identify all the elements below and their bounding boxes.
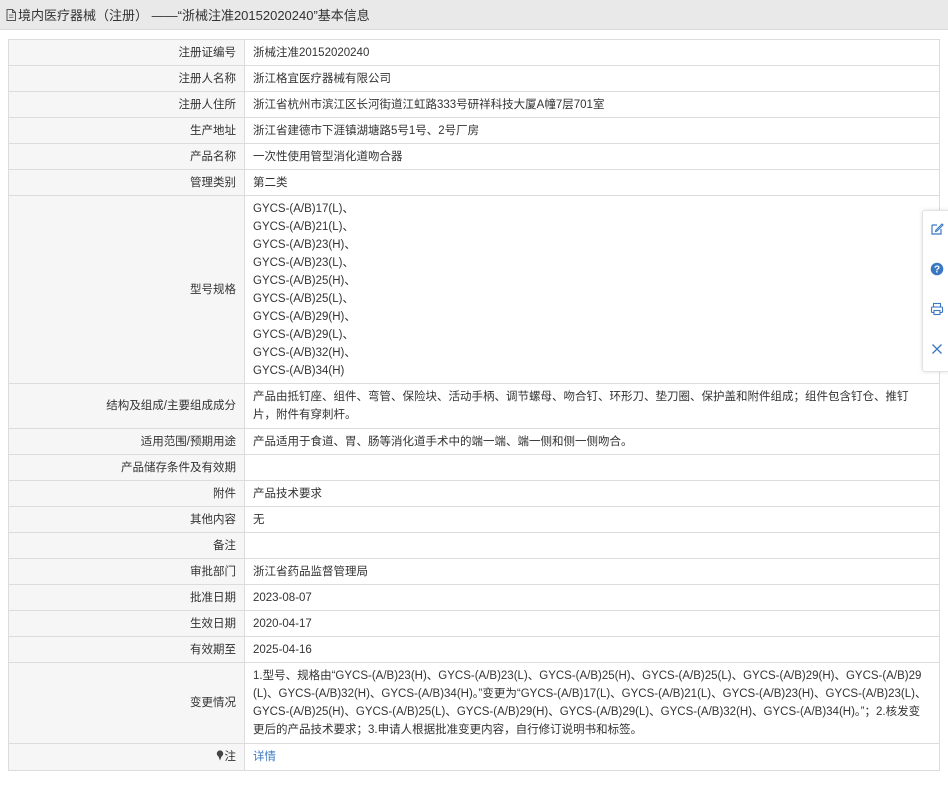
table-row: 型号规格 GYCS-(A/B)17(L)、 GYCS-(A/B)21(L)、 GYC… [8, 195, 940, 384]
row-label: 适用范围/预期用途 [8, 428, 245, 455]
info-table: 注册证编号 浙械注准20152020240 注册人名称 浙江格宜医疗器械有限公司 注册人… [8, 39, 940, 771]
row-value: 产品适用于食道、胃、肠等消化道手术中的端一端、端一侧和侧一侧吻合。 [244, 428, 940, 455]
model-line: GYCS-(A/B)23(H)、 [253, 238, 356, 251]
row-label: 注册人住所 [8, 91, 245, 118]
note-label: 注 [224, 751, 237, 763]
table-row: 附件 产品技术要求 [8, 480, 940, 507]
row-value: 2023-08-07 [244, 584, 940, 611]
row-value [244, 454, 940, 481]
table-row: 审批部门 浙江省药品监督管理局 [8, 558, 940, 585]
table-row: 结构及组成/主要组成成分 产品由抵钉座、组件、弯管、保险块、活动手柄、调节螺母、吻… [8, 383, 940, 429]
row-label: 生产地址 [8, 117, 245, 144]
model-line: GYCS-(A/B)25(H)、 [253, 274, 356, 287]
model-list: GYCS-(A/B)17(L)、 GYCS-(A/B)21(L)、 GYCS-(A/… [244, 195, 940, 384]
row-label: 变更情况 [8, 662, 245, 744]
row-label: 有效期至 [8, 636, 245, 663]
print-icon[interactable] [929, 301, 945, 317]
row-value: 浙械注准20152020240 [244, 39, 940, 66]
row-value: 第二类 [244, 169, 940, 196]
table-row: 其他内容无 [8, 506, 940, 533]
row-value: 详情 [244, 743, 940, 771]
row-value: 产品技术要求 [244, 480, 940, 507]
row-value: 浙江格宜医疗器械有限公司 [244, 65, 940, 92]
row-value: 1.型号、规格由“GYCS-(A/B)23(H)、GYCS-(A/B)23(L)… [244, 662, 940, 744]
row-label: 其他内容 [8, 506, 245, 533]
row-value: 产品由抵钉座、组件、弯管、保险块、活动手柄、调节螺母、吻合钉、环形刀、垫刀圈、保… [244, 383, 940, 429]
table-row: 管理类别 第二类 [8, 169, 940, 196]
edit-icon[interactable] [929, 221, 945, 237]
model-line: GYCS-(A/B)34(H) [253, 364, 345, 377]
pin-icon [216, 750, 223, 761]
detail-panel: 注册证编号 浙械注准20152020240 注册人名称 浙江格宜医疗器械有限公司 注册人… [8, 39, 940, 771]
model-line: GYCS-(A/B)21(L)、 [253, 220, 354, 233]
row-value: 2025-04-16 [244, 636, 940, 663]
row-label: 产品储存条件及有效期 [8, 454, 245, 481]
row-label: 审批部门 [8, 558, 245, 585]
model-line: GYCS-(A/B)32(H)、 [253, 346, 356, 359]
page-title: 境内医疗器械（注册） ——“浙械注准20152020240”基本信息 [18, 8, 370, 23]
floating-toolbar: ? [922, 210, 948, 372]
table-row: 有效期至 2025-04-16 [8, 636, 940, 663]
row-value: 2020-04-17 [244, 610, 940, 637]
table-row: 批准日期 2023-08-07 [8, 584, 940, 611]
model-line: GYCS-(A/B)25(L)、 [253, 292, 354, 305]
row-label: 备注 [8, 532, 245, 559]
table-row: 生效日期 2020-04-17 [8, 610, 940, 637]
table-row: 注 详情 [8, 743, 940, 771]
row-value: 一次性使用管型消化道吻合器 [244, 143, 940, 170]
table-row: 生产地址 浙江省建德市下涯镇湖塘路5号1号、2号厂房 [8, 117, 940, 144]
model-line: GYCS-(A/B)29(H)、 [253, 310, 356, 323]
row-label: 批准日期 [8, 584, 245, 611]
row-value: 无 [244, 506, 940, 533]
row-label: 生效日期 [8, 610, 245, 637]
svg-text:?: ? [934, 265, 940, 276]
row-value: 浙江省杭州市滨江区长河街道江虹路333号研祥科技大厦A幢7层701室 [244, 91, 940, 118]
row-value [244, 532, 940, 559]
table-row: 适用范围/预期用途 产品适用于食道、胃、肠等消化道手术中的端一端、端一侧和侧一侧吻… [8, 428, 940, 455]
table-row: 注册人名称 浙江格宜医疗器械有限公司 [8, 65, 940, 92]
page-title-bar: 境内医疗器械（注册） ——“浙械注准20152020240”基本信息 [0, 0, 948, 30]
row-label: 附件 [8, 480, 245, 507]
row-label: 注册人名称 [8, 65, 245, 92]
row-label: 注 [8, 743, 245, 771]
table-row: 注册人住所 浙江省杭州市滨江区长河街道江虹路333号研祥科技大厦A幢7层701室 [8, 91, 940, 118]
close-icon[interactable] [929, 341, 945, 357]
table-row: 注册证编号 浙械注准20152020240 [8, 39, 940, 66]
table-row: 备注 [8, 532, 940, 559]
document-icon [6, 8, 16, 21]
row-label: 结构及组成/主要组成成分 [8, 383, 245, 429]
row-label: 产品名称 [8, 143, 245, 170]
model-line: GYCS-(A/B)17(L)、 [253, 202, 354, 215]
model-line: GYCS-(A/B)29(L)、 [253, 328, 354, 341]
table-row: 产品储存条件及有效期 [8, 454, 940, 481]
row-value: 浙江省药品监督管理局 [244, 558, 940, 585]
table-row: 产品名称 一次性使用管型消化道吻合器 [8, 143, 940, 170]
table-row: 变更情况 1.型号、规格由“GYCS-(A/B)23(H)、GYCS-(A/B)2… [8, 662, 940, 744]
model-line: GYCS-(A/B)23(L)、 [253, 256, 354, 269]
details-link[interactable]: 详情 [253, 751, 276, 763]
row-label: 注册证编号 [8, 39, 245, 66]
row-value: 浙江省建德市下涯镇湖塘路5号1号、2号厂房 [244, 117, 940, 144]
row-label: 型号规格 [8, 195, 245, 384]
row-label: 管理类别 [8, 169, 245, 196]
help-icon[interactable]: ? [929, 261, 945, 277]
